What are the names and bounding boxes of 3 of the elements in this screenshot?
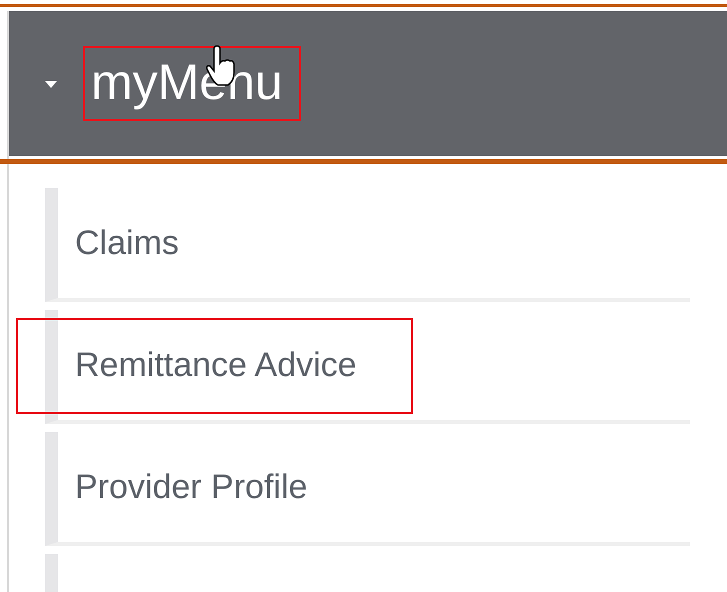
menu-item[interactable]: Provider Profile [45,432,690,546]
menu-item[interactable]: Claims [45,188,690,302]
menu-item[interactable]: Remittance Advice [45,310,690,424]
